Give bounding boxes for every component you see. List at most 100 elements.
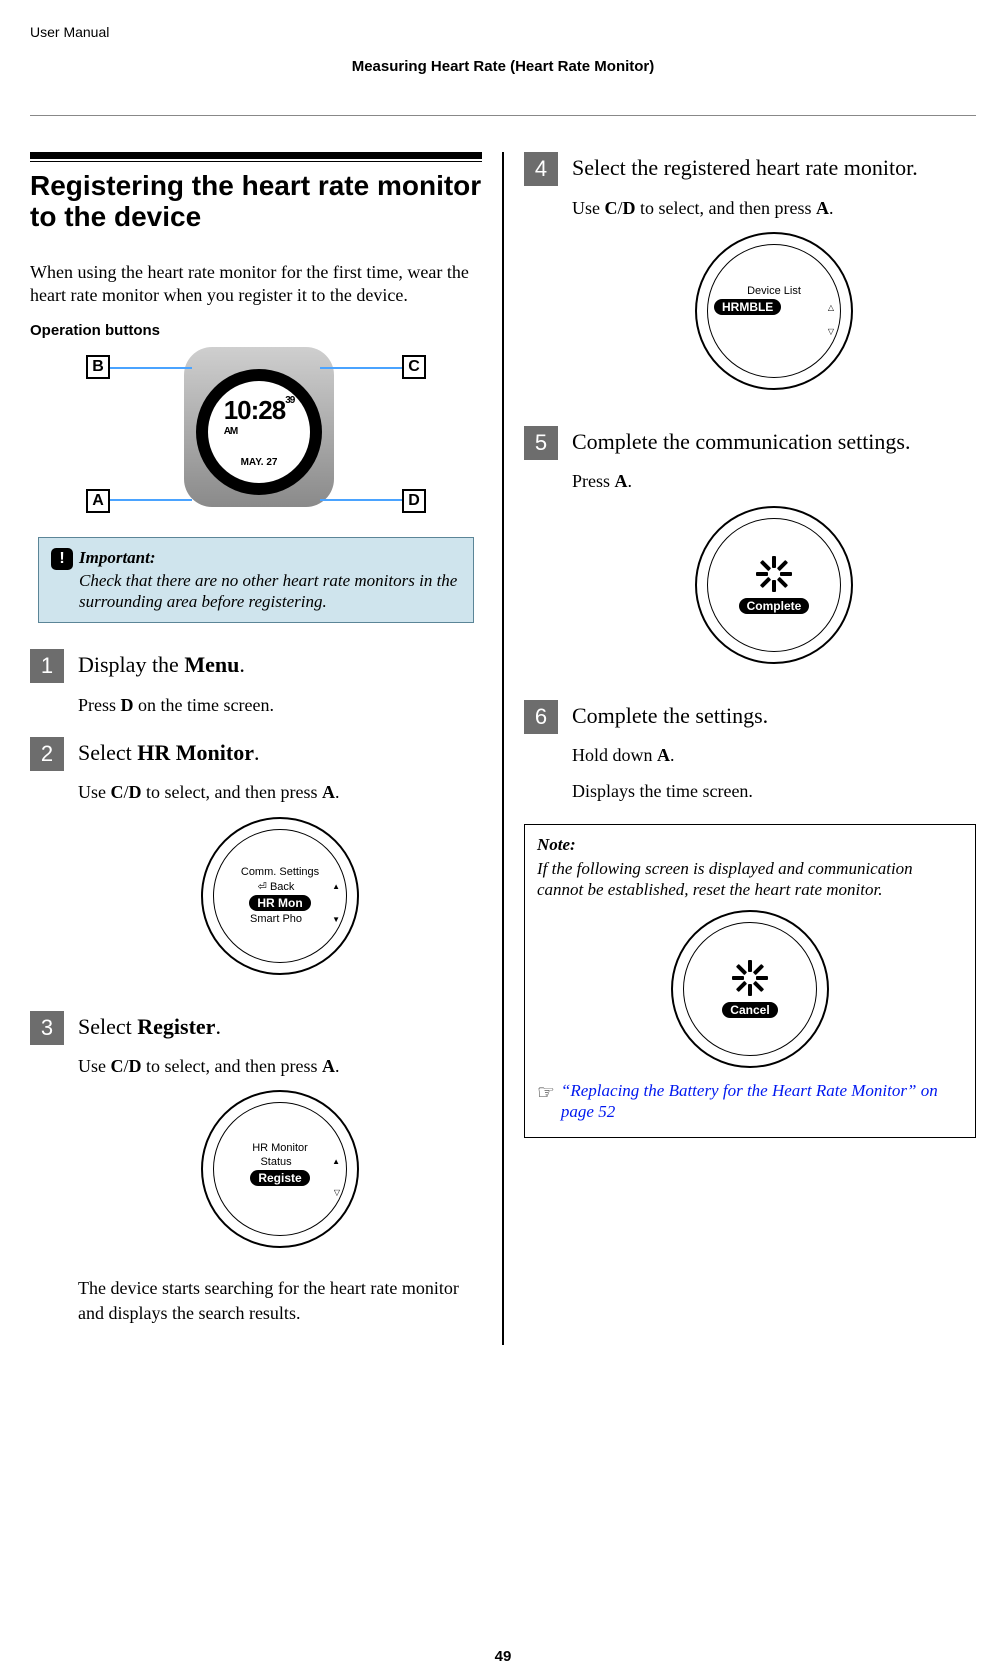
note-body: If the following screen is displayed and…: [537, 858, 963, 901]
text: .: [239, 652, 245, 677]
watch-figure: B A C D 10:2839AM MAY. 27: [86, 345, 426, 515]
step-1: 1 Display the Menu. Press D on the time …: [30, 649, 482, 729]
text: Select: [78, 1014, 137, 1039]
step-5: 5 Complete the communication settings. P…: [524, 426, 976, 692]
breadcrumb: Measuring Heart Rate (Heart Rate Monitor…: [30, 54, 976, 75]
text: .: [254, 740, 260, 765]
cross-reference[interactable]: ☞ “Replacing the Battery for the Heart R…: [537, 1080, 963, 1123]
step-after-text: The device starts searching for the hear…: [78, 1276, 482, 1325]
step-body-2: Displays the time screen.: [572, 779, 976, 803]
watch-seconds: 39: [285, 395, 294, 406]
note-title: Note:: [537, 835, 963, 855]
text-bold: A: [322, 1056, 335, 1076]
step-number: 1: [30, 649, 64, 683]
left-column: Registering the heart rate monitor to th…: [30, 152, 482, 1345]
step-heading: Select Register.: [78, 1013, 482, 1041]
step-3: 3 Select Register. Use C/D to select, an…: [30, 1011, 482, 1337]
text: HRMBLE: [722, 300, 773, 314]
up-arrow-icon: △: [828, 303, 834, 312]
up-arrow-icon: ▲: [332, 1157, 340, 1166]
watch-dial: 10:2839AM MAY. 27: [208, 381, 310, 483]
step-body: Press D on the time screen.: [78, 693, 482, 717]
step-number: 4: [524, 152, 558, 186]
screen-selected-item: Cancel: [722, 1002, 777, 1018]
text-bold: A: [657, 745, 670, 765]
text: to select, and then press: [636, 198, 816, 218]
step-body: Press A.: [572, 469, 976, 493]
step-body: Use C/D to select, and then press A.: [572, 196, 976, 220]
text-bold: D: [129, 782, 142, 802]
button-label-b: B: [86, 355, 110, 379]
text: on the time screen.: [134, 695, 274, 715]
text: .: [335, 1056, 340, 1076]
button-label-a: A: [86, 489, 110, 513]
screen-selected-item: HR Mon: [249, 895, 310, 911]
text-bold: A: [615, 471, 628, 491]
up-arrow-icon: ▲: [332, 882, 340, 891]
important-body: Check that there are no other heart rate…: [79, 570, 461, 613]
button-label-d: D: [402, 489, 426, 513]
text: Use: [572, 198, 605, 218]
step-heading: Select the registered heart rate monitor…: [572, 154, 976, 182]
device-screen-figure: Comm. Settings ⏎ Back ▲ HR Mon Smart Pho…: [201, 817, 359, 975]
watch-body: 10:2839AM MAY. 27: [184, 347, 334, 507]
text: Use: [78, 1056, 111, 1076]
text: to select, and then press: [142, 1056, 322, 1076]
pointer-a: [110, 499, 192, 501]
text: Press: [572, 471, 615, 491]
screen-line: Smart Pho: [220, 913, 332, 925]
step-number: 2: [30, 737, 64, 771]
important-callout: ! Important: Check that there are no oth…: [38, 537, 474, 624]
doc-title: User Manual: [30, 24, 976, 40]
watch-face: 10:2839AM MAY. 27: [196, 369, 322, 495]
screen-header: HR Monitor: [252, 1142, 308, 1154]
important-title: Important:: [79, 548, 156, 568]
watch-time: 10:2839AM: [224, 395, 295, 457]
text-bold: C: [111, 782, 124, 802]
device-screen-figure: Cancel: [671, 910, 829, 1068]
text: Cancel: [730, 1003, 769, 1017]
step-number: 6: [524, 700, 558, 734]
text: .: [829, 198, 834, 218]
text: Registe: [258, 1171, 301, 1185]
text: .: [335, 782, 340, 802]
screen-line: ⏎ Back: [220, 880, 332, 893]
text-bold: Register: [137, 1014, 215, 1039]
pointer-c: [320, 367, 402, 369]
step-body: Hold down A.: [572, 743, 976, 767]
screen-header: Device List: [747, 285, 801, 297]
operation-buttons-label: Operation buttons: [30, 322, 482, 339]
section-rule-thick: [30, 152, 482, 159]
text: Complete: [747, 599, 802, 613]
text: .: [215, 1014, 221, 1039]
text: Display the: [78, 652, 184, 677]
content-columns: Registering the heart rate monitor to th…: [30, 152, 976, 1345]
pointer-d: [320, 499, 402, 501]
down-arrow-icon: ▽: [828, 327, 834, 336]
text: HR Mon: [257, 896, 302, 910]
step-6: 6 Complete the settings. Hold down A. Di…: [524, 700, 976, 816]
text: Hold down: [572, 745, 657, 765]
text-bold: A: [816, 198, 829, 218]
spinner-icon: [732, 960, 768, 996]
screen-header: Comm. Settings: [241, 866, 319, 878]
step-body: Use C/D to select, and then press A.: [78, 780, 482, 804]
cross-reference-link[interactable]: “Replacing the Battery for the Heart Rat…: [561, 1080, 963, 1123]
text: Use: [78, 782, 111, 802]
button-label-c: C: [402, 355, 426, 379]
section-intro: When using the heart rate monitor for th…: [30, 261, 482, 308]
step-body: Use C/D to select, and then press A.: [78, 1054, 482, 1078]
text-bold: D: [121, 695, 134, 715]
step-heading: Complete the settings.: [572, 702, 976, 730]
right-column: 4 Select the registered heart rate monit…: [524, 152, 976, 1345]
text: Press: [78, 695, 121, 715]
section-title: Registering the heart rate monitor to th…: [30, 170, 482, 233]
watch-date: MAY. 27: [241, 457, 278, 468]
page-number: 49: [0, 1648, 1006, 1665]
screen-selected-item: Complete: [739, 598, 810, 614]
column-divider: [502, 152, 504, 1345]
pointer-b: [110, 367, 192, 369]
watch-time-main: 10:28: [224, 395, 286, 425]
text-bold: D: [129, 1056, 142, 1076]
text-bold: Menu: [184, 652, 239, 677]
